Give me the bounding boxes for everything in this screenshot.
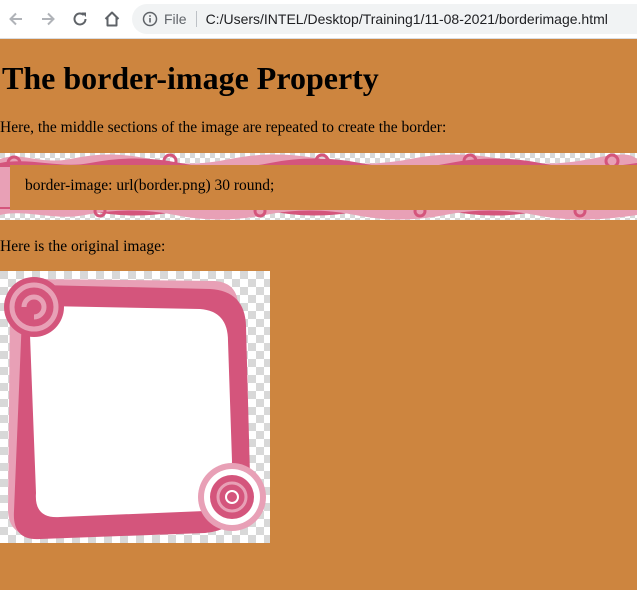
address-bar[interactable]: File C:/Users/INTEL/Desktop/Training1/11… [132, 4, 637, 34]
home-button[interactable] [96, 3, 128, 35]
forward-arrow-icon [42, 12, 55, 26]
intro-paragraph: Here, the middle sections of the image a… [0, 119, 447, 136]
forward-button[interactable] [32, 3, 64, 35]
scheme-label: File [164, 11, 187, 27]
border-demo-text: border-image: url(border.png) 30 round; [25, 177, 275, 194]
back-button[interactable] [0, 3, 32, 35]
info-icon[interactable] [142, 11, 158, 27]
original-border-image [0, 271, 270, 543]
browser-toolbar: File C:/Users/INTEL/Desktop/Training1/11… [0, 0, 637, 39]
original-image-label: Here is the original image: [0, 238, 166, 255]
url-text[interactable]: C:/Users/INTEL/Desktop/Training1/11-08-2… [206, 11, 608, 27]
back-arrow-icon [9, 12, 22, 26]
page-title: The border-image Property [2, 60, 379, 96]
omnibox-divider [195, 11, 197, 27]
reload-button[interactable] [64, 3, 96, 35]
home-icon [104, 11, 120, 27]
border-left-edge [0, 167, 10, 207]
reload-icon [73, 12, 87, 26]
